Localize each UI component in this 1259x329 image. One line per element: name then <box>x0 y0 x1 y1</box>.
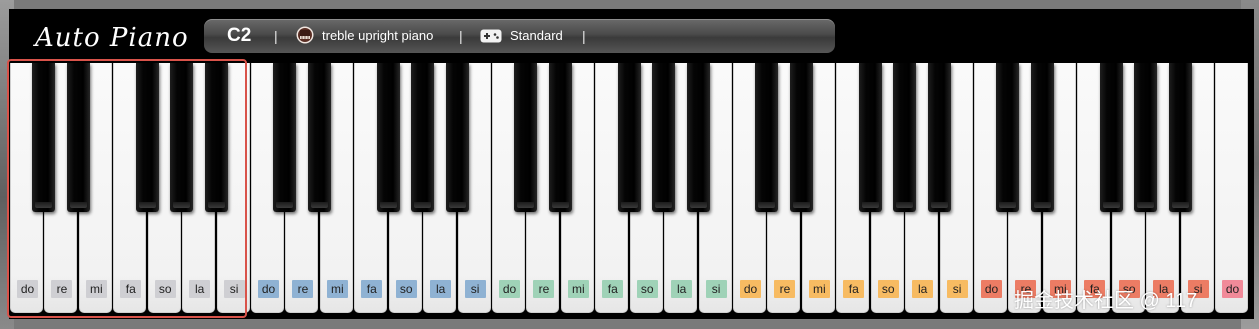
piano-keyboard: do re mi fa so la si do re mi fa so la si do re mi fa so la… <box>10 63 1254 319</box>
black-key[interactable] <box>32 63 56 212</box>
black-key[interactable] <box>1134 63 1158 212</box>
note-label: la <box>430 280 452 298</box>
note-label: mi <box>326 280 348 298</box>
black-key[interactable] <box>135 63 159 212</box>
black-key[interactable] <box>1030 63 1054 212</box>
note-label: la <box>912 280 934 298</box>
gamepad-icon[interactable] <box>480 29 502 43</box>
separator: | <box>274 28 278 44</box>
note-label: so <box>395 280 417 298</box>
black-key[interactable] <box>1099 63 1123 212</box>
note-label: la <box>671 280 693 298</box>
note-label: re <box>51 280 73 298</box>
app-logo: Auto Piano <box>35 23 189 53</box>
note-label: do <box>981 280 1003 298</box>
note-label: fa <box>120 280 142 298</box>
black-key[interactable] <box>307 63 331 212</box>
note-label: do <box>499 280 521 298</box>
separator: | <box>582 28 586 44</box>
black-key[interactable] <box>445 63 469 212</box>
black-key[interactable] <box>1168 63 1192 212</box>
note-label: si <box>946 280 968 298</box>
black-key[interactable] <box>686 63 710 212</box>
note-label: la <box>189 280 211 298</box>
note-label: re <box>774 280 796 298</box>
note-label: mi <box>808 280 830 298</box>
white-key[interactable]: do <box>1215 63 1249 313</box>
piano-app: Auto Piano C2 | treble upright piano | S… <box>9 9 1254 319</box>
note-label: si <box>464 280 486 298</box>
note-label: so <box>877 280 899 298</box>
black-key[interactable] <box>273 63 297 212</box>
black-key[interactable] <box>376 63 400 212</box>
watermark: 掘金技术社区 @ 117 <box>1014 290 1198 312</box>
separator: | <box>459 28 463 44</box>
instrument-selector[interactable]: treble upright piano <box>322 19 433 53</box>
black-key[interactable] <box>514 63 538 212</box>
note-label: mi <box>85 280 107 298</box>
note-label: do <box>17 280 38 298</box>
note-label: mi <box>567 280 589 298</box>
black-key[interactable] <box>411 63 435 212</box>
note-label: fa <box>361 280 383 298</box>
info-bar: C2 | treble upright piano | Standard | <box>204 19 835 53</box>
mode-selector[interactable]: Standard <box>510 19 563 53</box>
note-label: fa <box>602 280 624 298</box>
black-key[interactable] <box>548 63 572 212</box>
black-key[interactable] <box>617 63 641 212</box>
top-bar: Auto Piano C2 | treble upright piano | S… <box>9 9 1254 63</box>
black-key[interactable] <box>652 63 676 212</box>
note-label: do <box>258 280 279 298</box>
note-label: si <box>705 280 727 298</box>
black-key[interactable] <box>789 63 813 212</box>
black-key[interactable] <box>927 63 951 212</box>
black-key[interactable] <box>755 63 779 212</box>
note-label: si <box>223 280 245 298</box>
black-key[interactable] <box>204 63 228 212</box>
note-label: fa <box>843 280 865 298</box>
current-note-label: C2 <box>227 25 252 46</box>
black-key[interactable] <box>858 63 882 212</box>
black-key[interactable] <box>893 63 917 212</box>
note-label: so <box>636 280 658 298</box>
note-label: so <box>154 280 176 298</box>
piano-thumbnail-icon[interactable] <box>296 26 314 44</box>
black-key[interactable] <box>170 63 194 212</box>
note-label: re <box>533 280 555 298</box>
black-key[interactable] <box>996 63 1020 212</box>
note-label: do <box>740 280 762 298</box>
black-key[interactable] <box>66 63 90 212</box>
note-label: re <box>292 280 314 298</box>
